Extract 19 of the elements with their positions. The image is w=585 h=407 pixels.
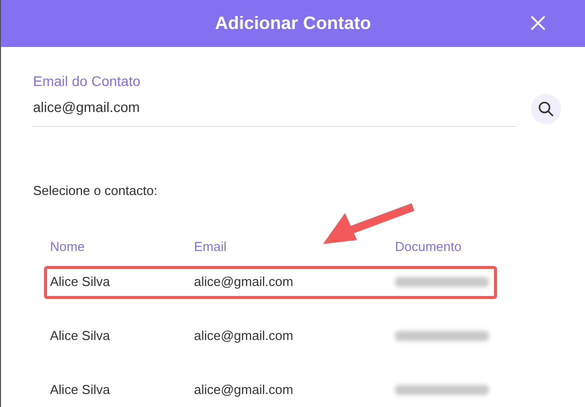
- email-field[interactable]: alice@gmail.com: [33, 97, 517, 118]
- email-cell-text: alice@gmail.com: [194, 273, 294, 292]
- field-label: Email do Contato: [33, 72, 140, 90]
- column-header: Nome: [50, 238, 86, 256]
- name-cell-text: Alice Silva: [50, 273, 111, 292]
- email-cell-text: alice@gmail.com: [194, 327, 294, 346]
- search-icon: [538, 100, 554, 116]
- name-cell-text: Alice Silva: [50, 381, 111, 400]
- close-icon[interactable]: [528, 13, 548, 33]
- table-row[interactable]: Alice Silva alice@gmail.com: [44, 374, 497, 406]
- column-header: Email: [194, 238, 228, 256]
- column-header: Documento: [395, 238, 462, 256]
- table-row[interactable]: Alice Silva alice@gmail.com: [44, 266, 497, 298]
- email-cell-text: alice@gmail.com: [194, 381, 294, 400]
- select-prompt: Selecione o contacto:: [33, 182, 158, 200]
- dialog-title: Adicionar Contato: [215, 12, 371, 35]
- name-cell-text: Alice Silva: [50, 327, 111, 346]
- search-button[interactable]: [531, 94, 561, 124]
- table-row[interactable]: Alice Silva alice@gmail.com: [44, 320, 497, 352]
